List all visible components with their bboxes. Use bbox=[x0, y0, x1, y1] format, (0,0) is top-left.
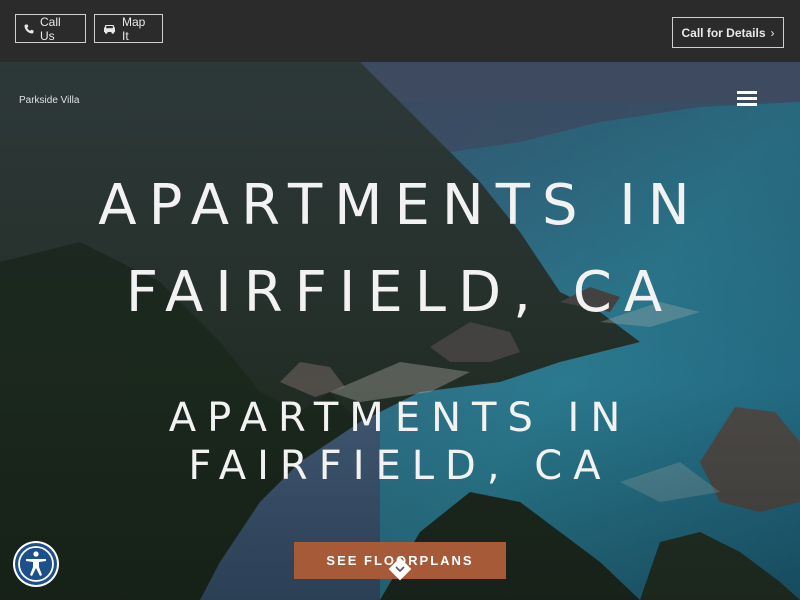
hero-subheading-line-2: FAIRFIELD, CA bbox=[188, 443, 612, 489]
map-it-label: Map It bbox=[122, 14, 146, 43]
hero-subheading-line-1: APARTMENTS IN bbox=[168, 395, 632, 441]
hero-overlay bbox=[0, 62, 800, 600]
call-for-details-label: Call for Details bbox=[681, 25, 766, 40]
call-us-label: Call Us bbox=[40, 14, 61, 43]
call-for-details-button[interactable]: Call for Details › bbox=[672, 17, 784, 48]
map-it-button[interactable]: Map It bbox=[94, 14, 163, 43]
car-icon bbox=[103, 24, 116, 34]
hero-heading-line-1: APARTMENTS IN bbox=[98, 173, 702, 238]
phone-icon bbox=[24, 24, 34, 34]
chevron-down-icon[interactable] bbox=[388, 557, 412, 581]
brand-logo[interactable]: Parkside Villa bbox=[19, 95, 79, 106]
call-us-button[interactable]: Call Us bbox=[15, 14, 86, 43]
hamburger-icon[interactable] bbox=[737, 91, 757, 107]
accessibility-icon[interactable] bbox=[12, 540, 60, 588]
hero-heading-line-2: FAIRFIELD, CA bbox=[125, 260, 675, 325]
top-bar: Call Us Map It Call for Details › bbox=[0, 0, 800, 62]
chevron-right-icon: › bbox=[770, 25, 775, 40]
hero-section bbox=[0, 62, 800, 600]
